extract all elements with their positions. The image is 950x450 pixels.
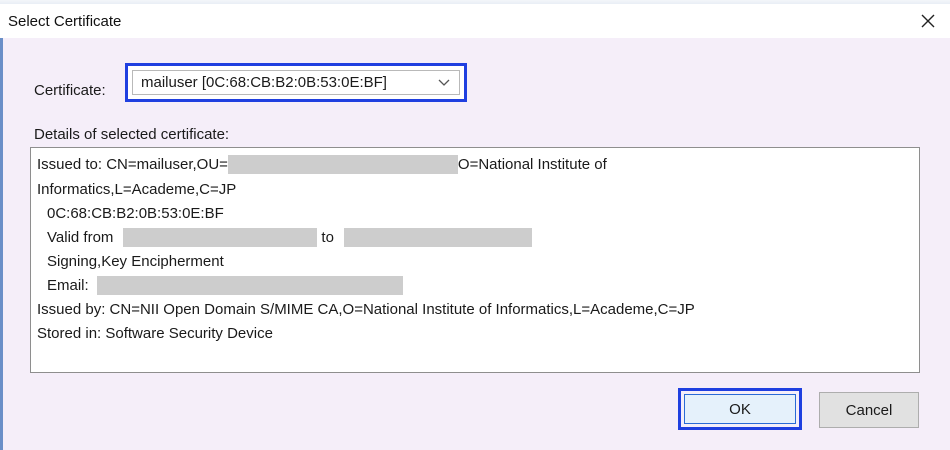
titlebar: Select Certificate	[0, 4, 950, 38]
dialog-left-border	[0, 4, 3, 450]
ok-button-label: OK	[729, 400, 751, 418]
email-label: Email:	[47, 276, 89, 294]
chevron-down-icon	[435, 74, 453, 92]
stored-in-text: Stored in: Software Security Device	[37, 324, 273, 342]
dialog-title: Select Certificate	[8, 13, 122, 30]
details-label: Details of selected certificate:	[34, 126, 230, 143]
usage-text: Signing,Key Encipherment	[47, 252, 224, 270]
issued-to-suffix: O=National Institute of	[457, 155, 607, 173]
issued-to-line2-text: Informatics,L=Academe,C=JP	[37, 180, 237, 198]
usage-line: Signing,Key Encipherment	[47, 250, 224, 272]
select-certificate-dialog: Select Certificate Certificate: mailuser…	[0, 4, 950, 450]
cancel-button[interactable]: Cancel	[819, 392, 919, 428]
issued-by-text: Issued by: CN=NII Open Domain S/MIME CA,…	[37, 300, 695, 318]
valid-to-label: to	[321, 228, 334, 246]
email-line: Email:	[47, 274, 403, 296]
valid-from-label: Valid from	[47, 228, 114, 246]
certificate-select-highlight: mailuser [0C:68:CB:B2:0B:53:0E:BF]	[125, 63, 467, 102]
stored-in-line: Stored in: Software Security Device	[37, 322, 273, 344]
redacted-ou	[227, 154, 458, 174]
issued-to-prefix: Issued to: CN=mailuser,OU=	[37, 155, 228, 173]
serial-number: 0C:68:CB:B2:0B:53:0E:BF	[47, 202, 224, 224]
issued-to-line-2: Informatics,L=Academe,C=JP	[37, 178, 236, 200]
issued-to-line: Issued to: CN=mailuser,OU= O=National In…	[37, 153, 607, 175]
redacted-valid-from	[123, 227, 318, 247]
close-icon	[921, 14, 935, 28]
certificate-select-value: mailuser [0C:68:CB:B2:0B:53:0E:BF]	[141, 74, 387, 91]
redacted-valid-to	[343, 227, 532, 247]
cancel-button-label: Cancel	[845, 401, 893, 419]
serial-number-text: 0C:68:CB:B2:0B:53:0E:BF	[47, 204, 224, 222]
certificate-label: Certificate:	[34, 82, 106, 99]
close-button[interactable]	[914, 8, 942, 34]
validity-line: Valid from to	[47, 226, 532, 248]
ok-button-highlight: OK	[678, 388, 802, 430]
issued-by-line: Issued by: CN=NII Open Domain S/MIME CA,…	[37, 298, 695, 320]
certificate-select[interactable]: mailuser [0C:68:CB:B2:0B:53:0E:BF]	[132, 70, 460, 95]
ok-button[interactable]: OK	[684, 394, 796, 424]
certificate-details-box[interactable]: Issued to: CN=mailuser,OU= O=National In…	[30, 147, 920, 373]
redacted-email	[96, 275, 403, 295]
